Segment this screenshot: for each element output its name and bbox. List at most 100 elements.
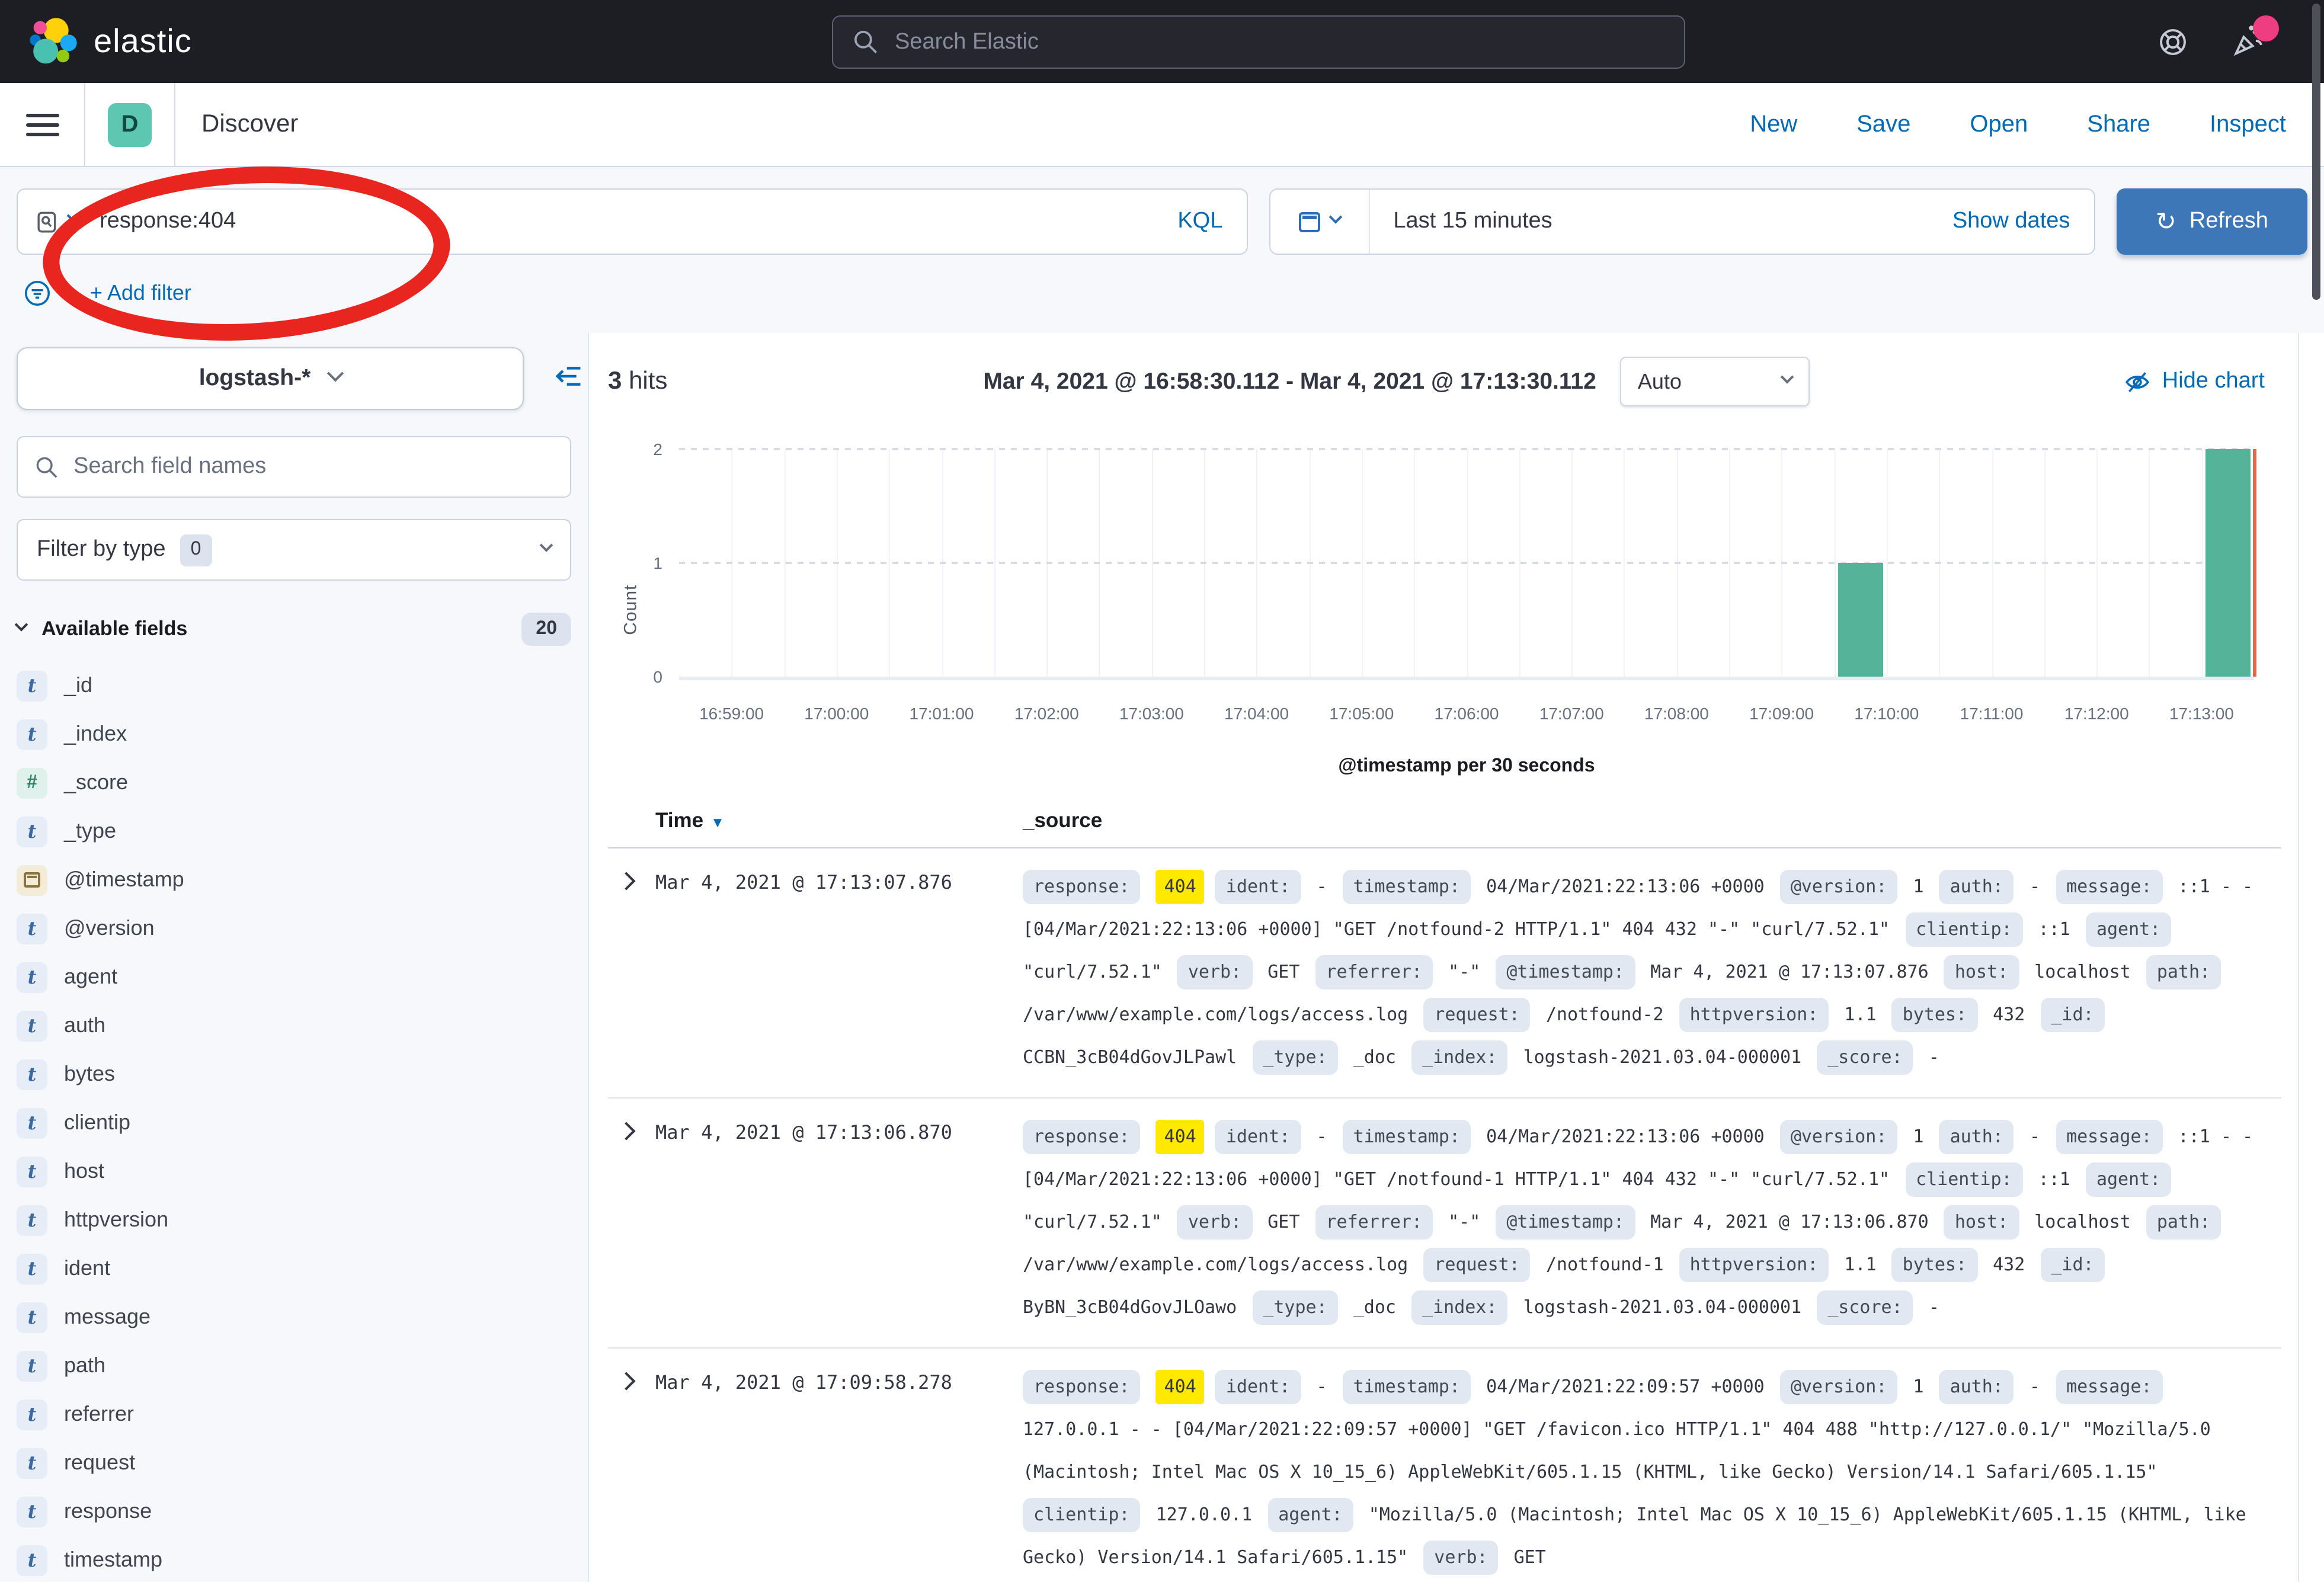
time-column-header[interactable]: Time▼ xyxy=(655,808,1023,833)
field-name: _score xyxy=(64,770,128,795)
field-item-_id[interactable]: t_id xyxy=(17,661,571,710)
source-field-key: @version: xyxy=(1780,1120,1898,1154)
field-search[interactable] xyxy=(17,436,571,498)
row-time: Mar 4, 2021 @ 17:09:58.278 xyxy=(655,1365,1023,1578)
source-value: - xyxy=(1929,1046,1939,1068)
source-field-key: path: xyxy=(2146,955,2221,989)
help-icon[interactable] xyxy=(2157,25,2189,57)
time-range-value[interactable]: Last 15 minutes xyxy=(1369,209,1552,235)
expand-row-icon[interactable] xyxy=(617,872,635,890)
source-field-key: bytes: xyxy=(1892,1248,1977,1282)
source-value: logstash-2021.03.04-000001 xyxy=(1523,1296,1802,1318)
histogram-bar-17:09:30[interactable] xyxy=(1838,563,1883,677)
source-value: ::1 xyxy=(2038,918,2070,940)
field-item-_index[interactable]: t_index xyxy=(17,710,571,758)
field-item-timestamp[interactable]: ttimestamp xyxy=(17,1536,571,1582)
source-value: 127.0.0.1 - - [04/Mar/2021:22:09:57 +000… xyxy=(1023,1418,2211,1482)
source-value: 432 xyxy=(1993,1254,2025,1275)
action-inspect-button[interactable]: Inspect xyxy=(2210,111,2286,138)
hide-chart-button[interactable]: Hide chart xyxy=(2125,369,2265,395)
source-field-key: request: xyxy=(1423,1248,1531,1282)
field-item-auth[interactable]: tauth xyxy=(17,1001,571,1050)
field-item-response[interactable]: tresponse xyxy=(17,1487,571,1536)
field-item-_score[interactable]: # _score xyxy=(17,758,571,807)
field-item-host[interactable]: thost xyxy=(17,1147,571,1196)
query-language-button[interactable]: KQL xyxy=(1177,209,1227,235)
field-item-@timestamp[interactable]: @timestamp xyxy=(17,856,571,904)
field-item-ident[interactable]: tident xyxy=(17,1244,571,1293)
source-field-key: @version: xyxy=(1780,870,1898,904)
index-pattern-selector[interactable]: logstash-* xyxy=(17,347,524,410)
source-field-key: referrer: xyxy=(1315,955,1433,989)
source-value-highlighted: 404 xyxy=(1156,870,1205,904)
row-time: Mar 4, 2021 @ 17:13:06.870 xyxy=(655,1115,1023,1328)
table-row: Mar 4, 2021 @ 17:13:06.870response: 404 … xyxy=(608,1099,2281,1349)
field-name: @timestamp xyxy=(64,867,184,892)
show-dates-button[interactable]: Show dates xyxy=(1952,209,2094,235)
x-tick: 17:05:00 xyxy=(1329,704,1394,723)
field-name: ident xyxy=(64,1256,110,1281)
scrollbar[interactable] xyxy=(2312,4,2320,300)
saved-query-icon[interactable] xyxy=(37,210,59,233)
source-field-key: verb: xyxy=(1177,1205,1252,1240)
field-item-httpversion[interactable]: thttpversion xyxy=(17,1196,571,1244)
header-icons xyxy=(2157,25,2296,58)
interval-select[interactable]: Auto xyxy=(1620,357,1810,406)
source-value: ByBN_3cB04dGovJLOawo xyxy=(1023,1296,1237,1318)
app-badge-cell[interactable]: D xyxy=(85,83,174,166)
x-tick: 17:07:00 xyxy=(1539,704,1604,723)
field-name: message xyxy=(64,1305,151,1330)
chevron-down-icon xyxy=(1780,370,1794,383)
field-item-request[interactable]: trequest xyxy=(17,1439,571,1487)
available-fields-header[interactable]: Available fields 20 xyxy=(17,611,571,647)
index-pattern-label: logstash-* xyxy=(199,365,311,392)
field-type-text-icon: t xyxy=(17,913,47,944)
y-axis-label: Count xyxy=(621,584,641,635)
sort-desc-icon[interactable]: ▼ xyxy=(710,814,725,831)
source-field-key: _score: xyxy=(1817,1290,1913,1325)
field-item-message[interactable]: tmessage xyxy=(17,1293,571,1341)
field-item-bytes[interactable]: tbytes xyxy=(17,1050,571,1099)
source-value: ::1 xyxy=(2038,1168,2070,1190)
source-field-key: referrer: xyxy=(1315,1205,1433,1240)
field-item-@version[interactable]: t@version xyxy=(17,904,571,953)
global-search-input[interactable] xyxy=(895,29,1665,55)
field-search-input[interactable] xyxy=(73,454,553,480)
query-bar: response:404 KQL Last 15 minutes Show da… xyxy=(0,167,2324,333)
query-input[interactable]: response:404 KQL xyxy=(17,188,1247,255)
field-item-clientip[interactable]: tclientip xyxy=(17,1099,571,1147)
source-value: GET xyxy=(1267,1211,1299,1232)
row-source: response: 404 ident: - timestamp: 04/Mar… xyxy=(1023,1115,2281,1328)
menu-button[interactable] xyxy=(0,83,84,166)
action-share-button[interactable]: Share xyxy=(2087,111,2150,138)
source-value: GET xyxy=(1267,961,1299,982)
field-item-agent[interactable]: tagent xyxy=(17,953,571,1001)
source-field-key: clientip: xyxy=(1905,1163,2023,1197)
global-search[interactable] xyxy=(832,15,1685,69)
elastic-brand[interactable]: elastic xyxy=(28,17,192,66)
field-item-_type[interactable]: t_type xyxy=(17,807,571,856)
collapse-sidebar-button[interactable] xyxy=(553,361,583,391)
expand-row-icon[interactable] xyxy=(617,1372,635,1390)
source-value: - xyxy=(2030,1376,2040,1397)
filter-by-type-select[interactable]: Filter by type 0 xyxy=(17,519,571,581)
search-icon xyxy=(852,28,879,56)
field-item-referrer[interactable]: treferrer xyxy=(17,1390,571,1439)
field-item-path[interactable]: tpath xyxy=(17,1341,571,1390)
table-body: Mar 4, 2021 @ 17:13:07.876response: 404 … xyxy=(608,848,2281,1582)
calendar-button[interactable] xyxy=(1270,190,1369,254)
action-save-button[interactable]: Save xyxy=(1856,111,1910,138)
newsfeed-icon[interactable] xyxy=(2232,25,2265,58)
expand-row-icon[interactable] xyxy=(617,1122,635,1140)
filter-icon[interactable] xyxy=(24,279,51,306)
source-value: "curl/7.52.1" xyxy=(1023,961,1162,982)
add-filter-button[interactable]: + Add filter xyxy=(90,280,191,305)
action-new-button[interactable]: New xyxy=(1750,111,1797,138)
query-text[interactable]: response:404 xyxy=(100,209,236,235)
field-type-number-icon: # xyxy=(17,767,47,798)
x-tick: 17:03:00 xyxy=(1119,704,1184,723)
histogram-bar-17:13:00[interactable] xyxy=(2205,449,2251,677)
source-field-key: message: xyxy=(2056,1120,2163,1154)
action-open-button[interactable]: Open xyxy=(1970,111,2028,138)
refresh-button[interactable]: ↻ Refresh xyxy=(2116,188,2307,255)
